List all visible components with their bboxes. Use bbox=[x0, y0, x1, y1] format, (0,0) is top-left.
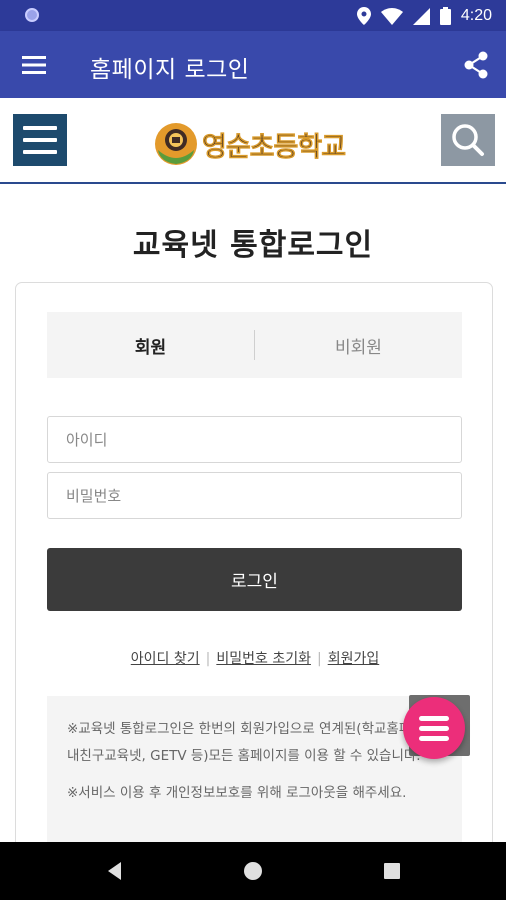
screen: 4:20 홈페이지 로그인 영순초등학교 교육넷 통합로그인 회원 비회원 아이… bbox=[0, 0, 506, 900]
status-bar: 4:20 bbox=[0, 0, 506, 31]
site-menu-button[interactable] bbox=[13, 114, 67, 166]
hamburger-line-icon bbox=[23, 150, 57, 154]
app-menu-button[interactable] bbox=[18, 49, 50, 81]
login-card: 회원 비회원 로그인 아이디 찾기 | 비밀번호 초기화 | 회원가입 ※교육넷 통합로… bbox=[15, 282, 493, 882]
search-icon bbox=[452, 124, 484, 156]
link-separator: | bbox=[205, 651, 211, 667]
notice-box: ※교육넷 통합로그인은 한번의 회원가입으로 연계된(학교홈페이지, 내친구교육… bbox=[47, 696, 462, 856]
notice-text: ※서비스 이용 후 개인정보보호를 위해 로그아웃을 해주세요. bbox=[67, 785, 407, 801]
wifi-icon bbox=[380, 7, 403, 25]
find-id-link[interactable]: 아이디 찾기 bbox=[131, 651, 200, 667]
login-button[interactable]: 로그인 bbox=[47, 548, 462, 611]
id-input[interactable] bbox=[47, 416, 462, 463]
tab-member[interactable]: 회원 bbox=[47, 312, 254, 378]
menu-line-icon bbox=[419, 726, 449, 731]
recents-icon bbox=[384, 863, 400, 879]
menu-line-icon bbox=[419, 736, 449, 741]
link-separator: | bbox=[316, 651, 322, 667]
app-bar: 홈페이지 로그인 bbox=[0, 31, 506, 98]
sign-up-link[interactable]: 회원가입 bbox=[328, 651, 380, 667]
back-button[interactable] bbox=[100, 856, 130, 886]
notice-text: ※교육넷 통합로그인은 한번의 회원가입으로 연계된(학교홈페이지, 내친구교육… bbox=[67, 721, 441, 764]
hamburger-line-icon bbox=[23, 126, 57, 130]
menu-line-icon bbox=[419, 716, 449, 721]
home-button[interactable] bbox=[238, 856, 268, 886]
notification-dot-icon bbox=[25, 8, 39, 22]
school-emblem-icon bbox=[155, 123, 197, 165]
hamburger-line-icon bbox=[23, 138, 57, 142]
hamburger-menu-icon bbox=[22, 56, 46, 74]
home-icon bbox=[244, 862, 262, 880]
battery-icon bbox=[439, 7, 451, 25]
system-nav-bar bbox=[0, 842, 506, 900]
password-input[interactable] bbox=[47, 472, 462, 519]
floating-menu-button[interactable] bbox=[403, 697, 465, 759]
share-icon bbox=[464, 51, 488, 79]
site-header: 영순초등학교 bbox=[0, 98, 506, 184]
app-bar-title: 홈페이지 로그인 bbox=[90, 57, 250, 83]
status-icons: 4:20 bbox=[356, 4, 492, 28]
reset-password-link[interactable]: 비밀번호 초기화 bbox=[216, 651, 311, 667]
login-type-tabs: 회원 비회원 bbox=[47, 312, 462, 378]
school-name: 영순초등학교 bbox=[202, 131, 347, 163]
status-time: 4:20 bbox=[460, 7, 492, 24]
school-logo[interactable]: 영순초등학교 bbox=[154, 120, 347, 168]
recents-button[interactable] bbox=[377, 856, 407, 886]
share-button[interactable] bbox=[460, 49, 492, 81]
signal-icon bbox=[412, 7, 430, 25]
site-search-button[interactable] bbox=[441, 114, 495, 166]
location-icon bbox=[356, 7, 371, 25]
page-title: 교육넷 통합로그인 bbox=[132, 228, 374, 263]
back-icon bbox=[108, 862, 121, 880]
tab-guest[interactable]: 비회원 bbox=[255, 312, 462, 378]
account-links: 아이디 찾기 | 비밀번호 초기화 | 회원가입 bbox=[16, 648, 494, 668]
